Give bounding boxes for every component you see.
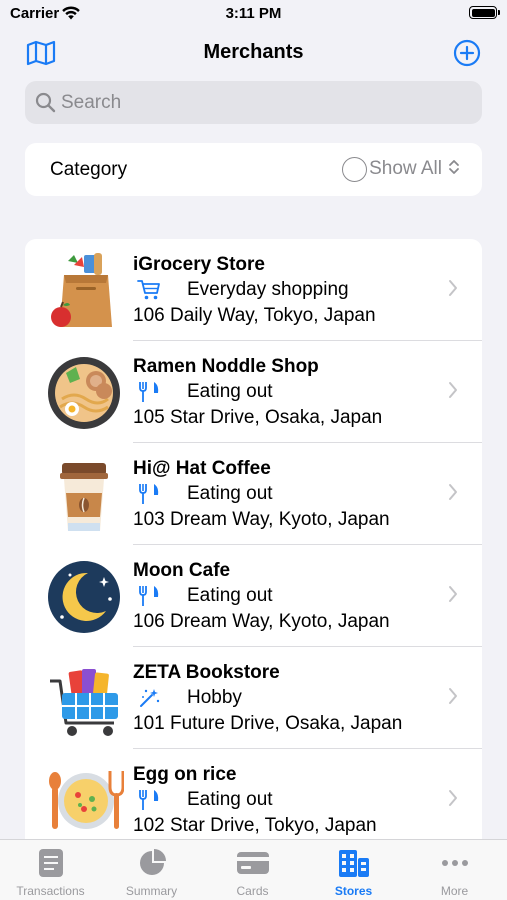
merchant-row-ramen-noddle-shop[interactable]: Ramen Noddle Shop Eating out 105 Star Dr… [25,341,482,443]
merchant-row-egg-on-rice[interactable]: Egg on rice Eating out 102 Star Drive, T… [25,749,482,851]
merchant-category: Eating out [187,381,273,402]
merchant-name: Egg on rice [133,764,237,785]
moon-icon [48,559,124,635]
tab-transactions[interactable]: Transactions [0,840,101,900]
merchant-category: Eating out [187,483,273,504]
tab-label: More [440,884,469,898]
chevron-right-icon [448,585,458,608]
ramen-bowl-icon [48,355,124,431]
tab-label: Transactions [16,884,85,898]
ellipsis-icon [440,848,470,883]
merchant-name: ZETA Bookstore [133,662,280,683]
merchant-category: Hobby [187,687,242,708]
merchant-address: 103 Dream Way, Kyoto, Japan [133,509,390,530]
fork-knife-icon [137,483,161,505]
merchant-category: Eating out [187,789,273,810]
merchant-address: 101 Future Drive, Osaka, Japan [133,713,403,734]
navigation-bar: Merchants [0,30,507,74]
merchant-address: 106 Dream Way, Kyoto, Japan [133,611,390,632]
battery-icon [469,6,500,19]
page-title: Merchants [203,41,304,63]
building-icon [338,848,370,883]
merchant-name: Ramen Noddle Shop [133,356,319,377]
fork-knife-icon [137,789,161,811]
clock: 3:11 PM [225,5,282,22]
fork-knife-icon [137,585,161,607]
merchant-name: Hi@ Hat Coffee [133,458,271,479]
search-icon [35,92,56,118]
chevron-right-icon [448,687,458,710]
cart-icon [137,279,161,301]
card-icon [236,848,270,883]
merchant-row-moon-cafe[interactable]: Moon Cafe Eating out 106 Dream Way, Kyot… [25,545,482,647]
merchant-name: iGrocery Store [133,254,265,275]
merchant-row-igrocery-store[interactable]: iGrocery Store Everyday shopping 106 Dai… [25,239,482,341]
add-merchant-button[interactable] [453,39,481,67]
category-filter: Category Show All [25,143,482,196]
tab-more[interactable]: More [404,840,505,900]
coffee-cup-icon [48,457,124,533]
search-bar[interactable] [25,81,482,124]
chevron-right-icon [448,381,458,404]
merchant-row-hi-hat-coffee[interactable]: Hi@ Hat Coffee Eating out 103 Dream Way,… [25,443,482,545]
list-icon [38,848,64,883]
shopping-cart-books-icon [48,661,124,737]
tab-label: Stores [334,884,373,898]
chevron-up-down-icon [448,158,460,181]
plus-circle-icon [453,39,481,71]
tab-bar: Transactions Summary Cards Stores More [0,839,507,900]
merchant-address: 102 Star Drive, Tokyo, Japan [133,815,377,836]
tab-stores[interactable]: Stores [303,840,404,900]
egg-rice-plate-icon [48,763,125,839]
category-label: Category [50,159,128,180]
pie-chart-icon [137,848,167,883]
tab-cards[interactable]: Cards [202,840,303,900]
merchant-address: 105 Star Drive, Osaka, Japan [133,407,383,428]
category-picker-value: Show All [369,158,442,179]
chevron-right-icon [448,789,458,812]
merchant-name: Moon Cafe [133,560,231,581]
search-input[interactable] [61,81,471,124]
merchant-address: 106 Daily Way, Tokyo, Japan [133,305,376,326]
tab-label: Cards [236,884,269,898]
merchant-category: Everyday shopping [187,279,349,300]
grocery-bag-icon [48,253,124,329]
status-bar: Carrier 3:11 PM [0,0,507,28]
circle-icon [342,156,368,182]
tab-label: Summary [125,884,178,898]
fork-knife-icon [137,381,161,403]
merchant-row-zeta-bookstore[interactable]: ZETA Bookstore Hobby 101 Future Drive, O… [25,647,482,749]
magic-wand-icon [137,687,161,709]
chevron-right-icon [448,483,458,506]
merchant-category: Eating out [187,585,273,606]
category-picker[interactable]: Show All [342,154,460,184]
tab-summary[interactable]: Summary [101,840,202,900]
chevron-right-icon [448,279,458,302]
merchant-list: iGrocery Store Everyday shopping 106 Dai… [25,239,482,859]
